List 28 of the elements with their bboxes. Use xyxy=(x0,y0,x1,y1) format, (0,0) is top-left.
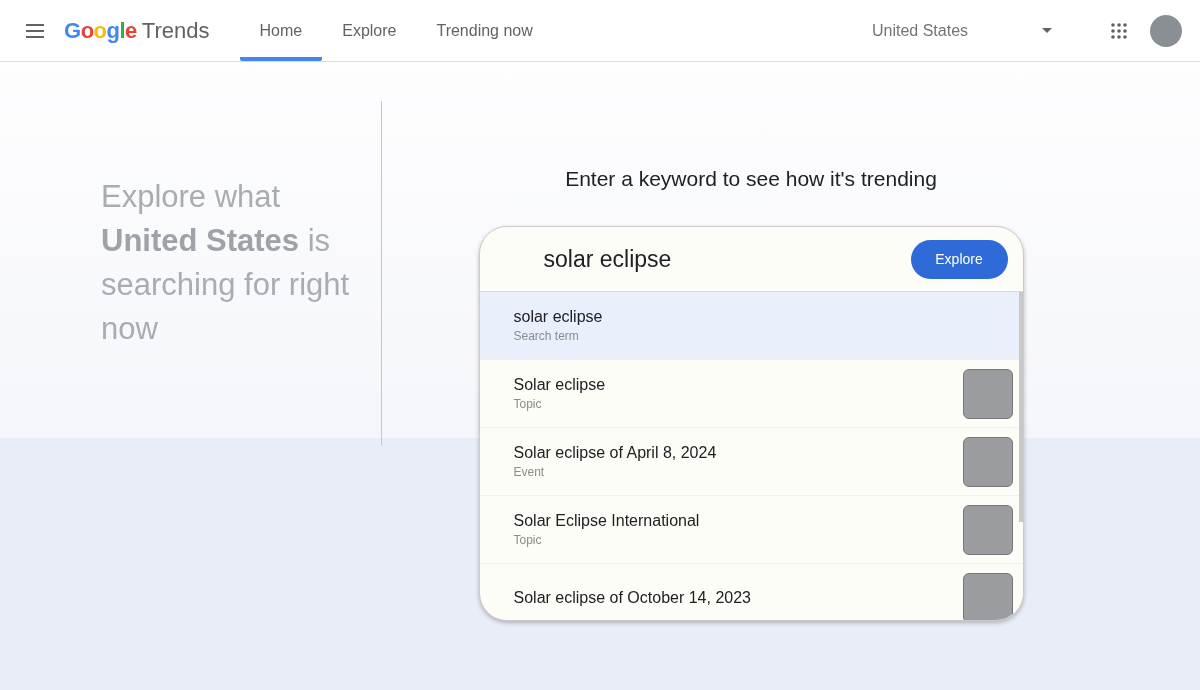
suggestion-type: Topic xyxy=(513,533,543,547)
suggestion-item[interactable]: Solar Eclipse International Topic xyxy=(479,496,1023,564)
suggestion-type: Topic xyxy=(513,397,543,411)
menu-icon[interactable] xyxy=(24,22,46,39)
suggestion-title: solar eclipse xyxy=(513,308,604,326)
avatar[interactable] xyxy=(1150,14,1182,47)
search-prompt: Enter a keyword to see how it's trending xyxy=(565,167,937,191)
suggestion-item[interactable]: Solar eclipse of October 14, 2023 xyxy=(479,564,1023,620)
caret-icon xyxy=(1042,28,1052,33)
search-field[interactable]: solar eclipse xyxy=(541,244,911,274)
suggestion-title: Solar eclipse xyxy=(513,376,607,394)
suggestion-type: Search term xyxy=(513,329,580,343)
explore-button[interactable]: Explore xyxy=(910,239,1008,279)
suggestion-title: Solar eclipse of April 8, 2024 xyxy=(513,444,718,462)
scrollbar[interactable] xyxy=(1018,292,1023,522)
nav-tab[interactable]: Trending now xyxy=(416,0,553,61)
suggestion-title: Solar eclipse of October 14, 2023 xyxy=(513,588,752,607)
suggestion-item[interactable]: Solar eclipse of April 8, 2024 Event xyxy=(479,428,1023,496)
suggestion-type: Event xyxy=(513,465,546,479)
apps-grid-icon[interactable] xyxy=(1110,21,1128,40)
suggestion-item[interactable]: Solar eclipse Topic xyxy=(479,360,1023,428)
nav-tab[interactable]: Explore xyxy=(322,0,417,61)
region-dropdown[interactable]: United States xyxy=(872,21,1052,40)
nav-tab[interactable]: Home xyxy=(239,0,323,61)
logo-brand[interactable]: Google xyxy=(64,17,137,44)
suggestion-title: Solar Eclipse International xyxy=(513,512,701,530)
hero-text: Explore what United States is searching for right now xyxy=(101,178,351,348)
logo-product[interactable]: Trends xyxy=(141,17,210,44)
